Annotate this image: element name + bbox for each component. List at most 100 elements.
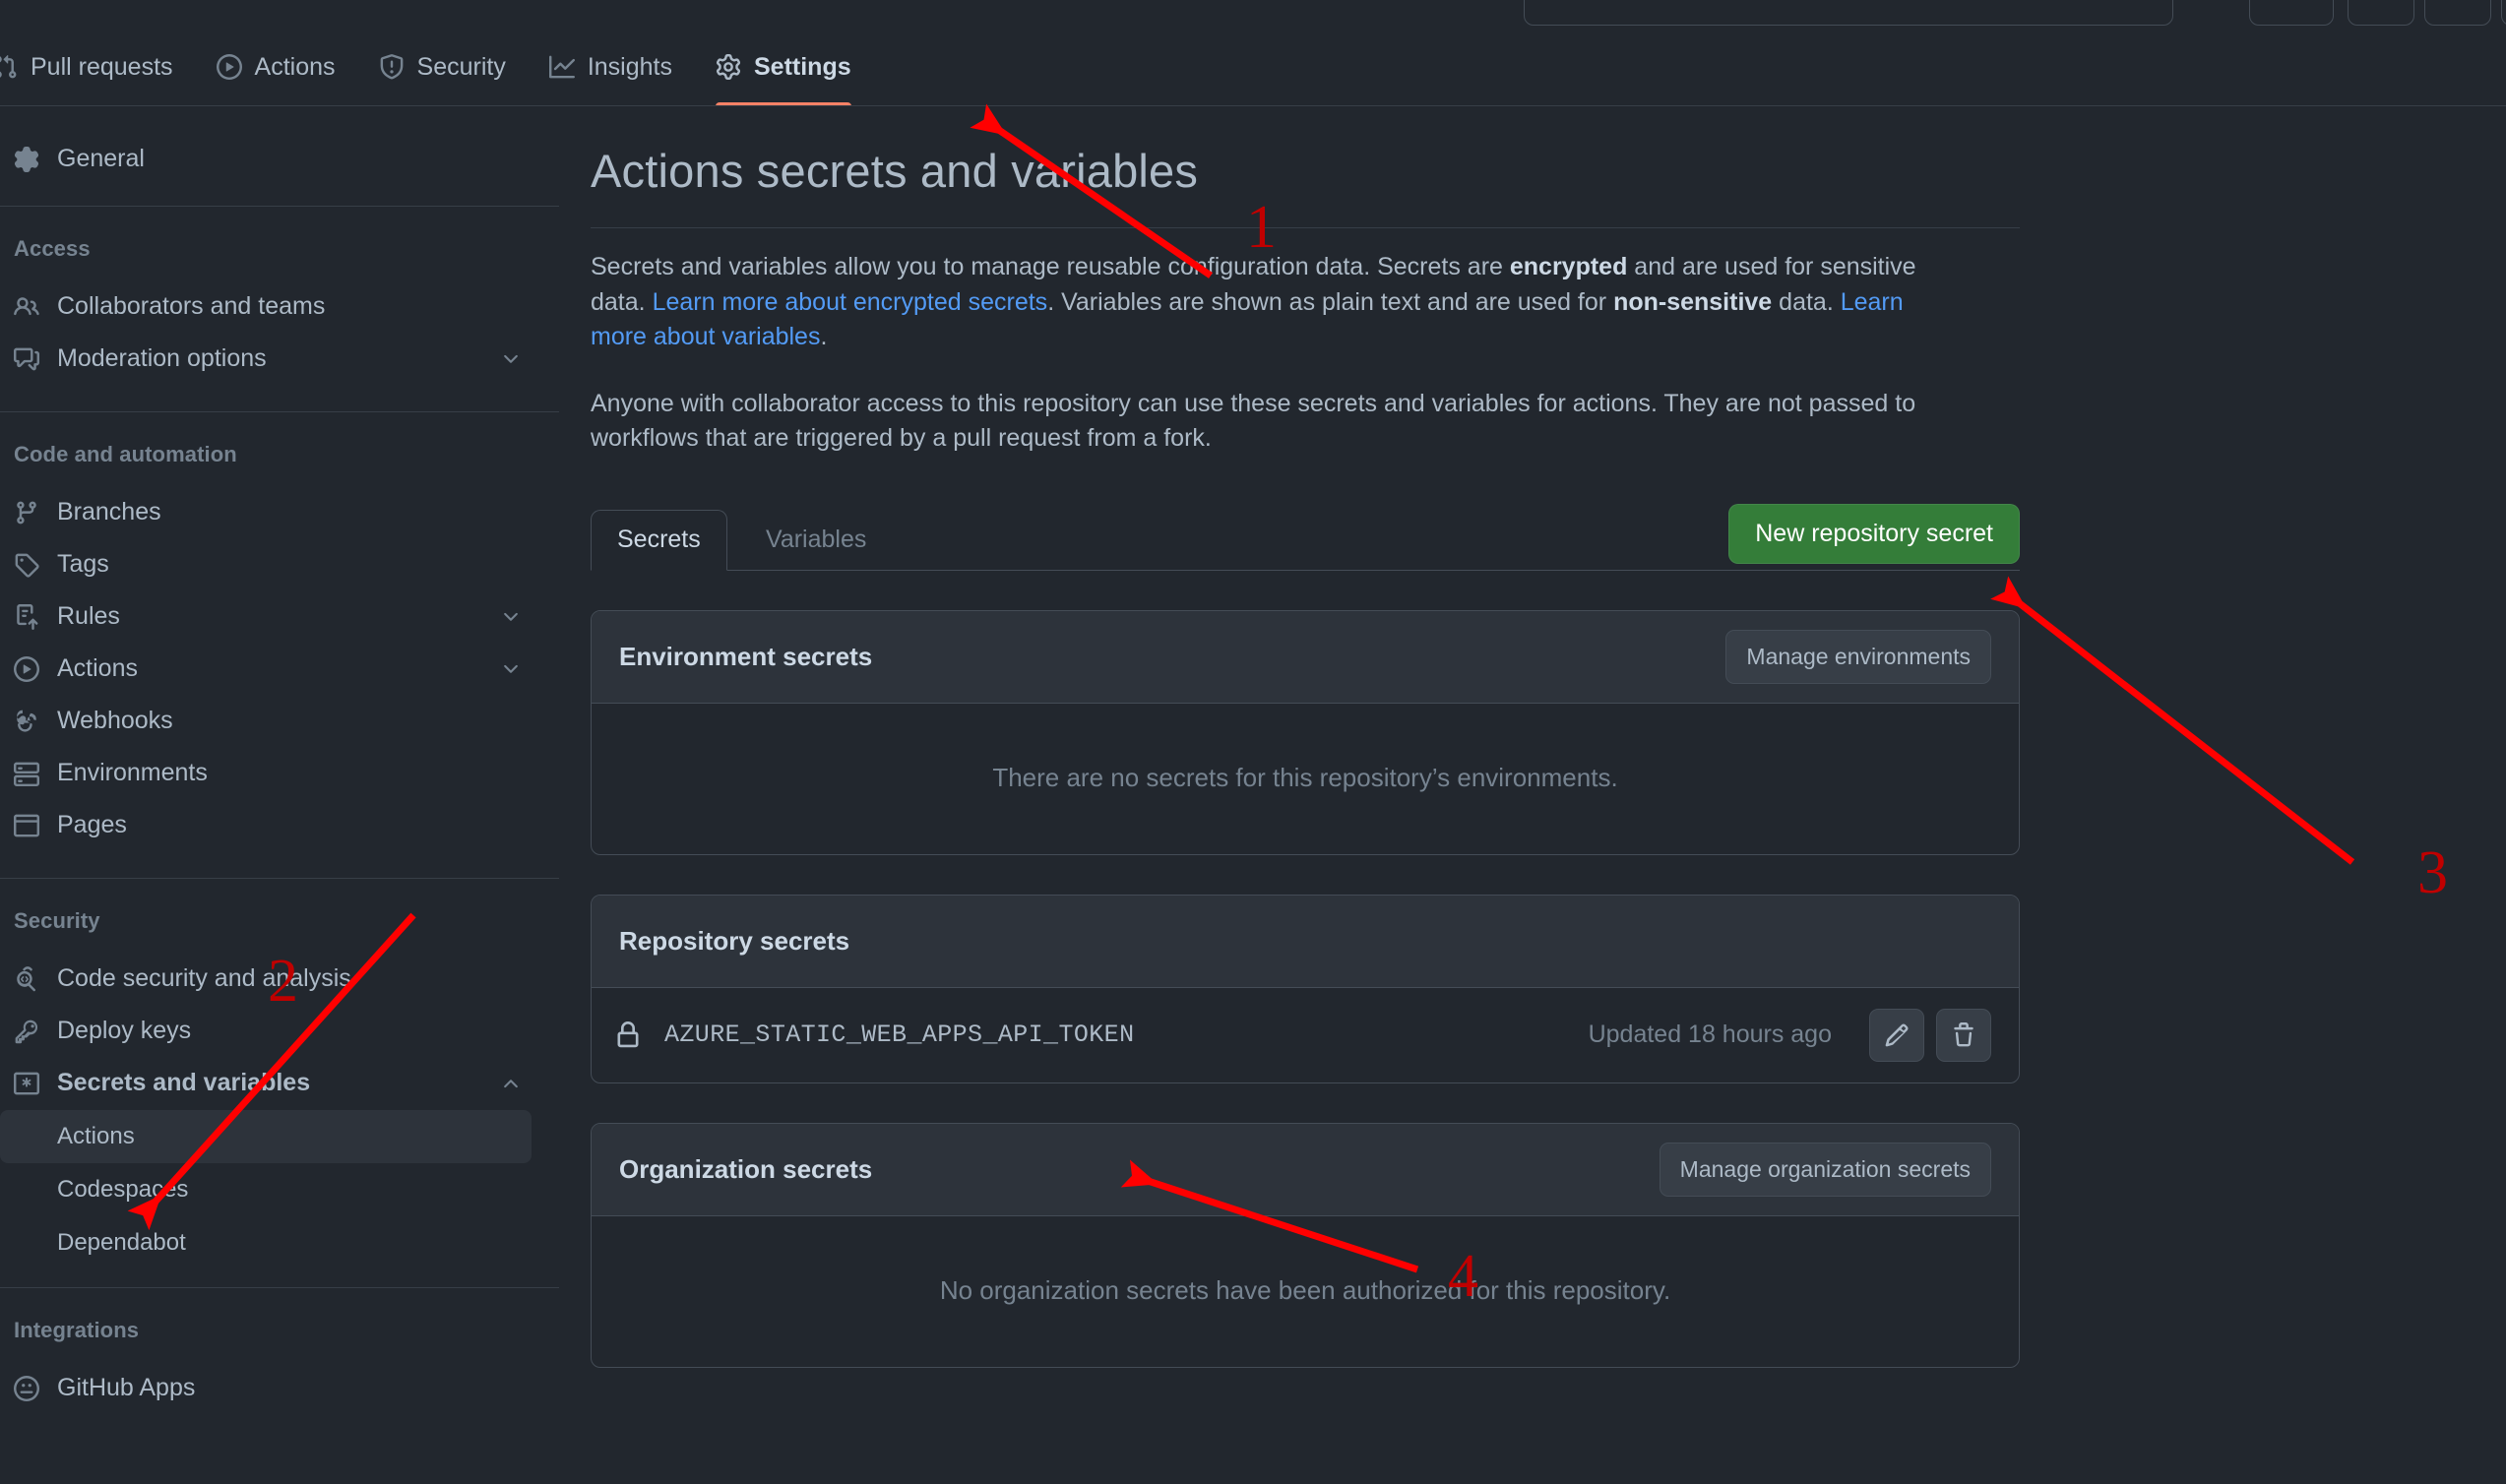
lock-icon <box>613 1020 643 1050</box>
sidebar-heading-access: Access <box>14 236 91 261</box>
sidebar-item-label: Moderation options <box>57 344 267 372</box>
nav-item-label: Pull requests <box>31 52 173 81</box>
sidebar-item-label: Branches <box>57 498 161 526</box>
git-pull-request-icon <box>0 54 18 80</box>
page-title: Actions secrets and variables <box>591 145 1199 197</box>
tab-secrets[interactable]: Secrets <box>591 509 727 571</box>
top-action-3[interactable] <box>2424 0 2491 26</box>
sidebar-subitem-actions[interactable]: Actions <box>0 1110 532 1163</box>
sidebar-item-label: Rules <box>57 602 120 630</box>
sidebar-item-label: Webhooks <box>57 707 173 734</box>
codescan-icon <box>14 965 39 992</box>
sidebar-heading-code-and-automation: Code and automation <box>14 442 237 466</box>
key-icon <box>14 1019 39 1044</box>
sidebar-heading-integrations: Integrations <box>14 1318 140 1342</box>
gear-icon <box>716 54 741 80</box>
repository-secrets-card: Repository secrets AZURE_STATIC_WEB_APPS… <box>591 894 2020 1083</box>
organization-secrets-card: Organization secrets Manage organization… <box>591 1122 2020 1368</box>
repo-nav: Pull requests Actions Security Insights <box>0 28 2506 106</box>
desc-part-5: . <box>820 323 828 350</box>
nav-item-label: Settings <box>754 52 851 81</box>
sidebar-item-deploy-keys[interactable]: Deploy keys <box>0 1006 543 1056</box>
sidebar-item-actions[interactable]: Actions <box>0 644 543 694</box>
table-row[interactable]: AZURE_STATIC_WEB_APPS_API_TOKEN Updated … <box>592 988 2019 1082</box>
sidebar-item-rules[interactable]: Rules <box>0 591 543 642</box>
secret-name: AZURE_STATIC_WEB_APPS_API_TOKEN <box>664 1020 1135 1049</box>
shield-alert-icon <box>379 54 405 80</box>
nav-item-settings[interactable]: Settings <box>694 28 873 106</box>
card-body: No organization secrets have been author… <box>592 1214 2019 1367</box>
gear-icon <box>14 146 39 172</box>
desc-part-4: data. <box>1772 287 1841 316</box>
nav-item-label: Security <box>416 52 506 81</box>
card-title: Organization secrets <box>619 1153 873 1184</box>
desc-part-1: Secrets and variables allow you to manag… <box>591 253 1510 280</box>
webhook-icon <box>14 709 39 734</box>
nav-item-pull-requests[interactable]: Pull requests <box>0 28 195 106</box>
tag-icon <box>14 552 39 578</box>
sidebar-item-pages[interactable]: Pages <box>0 800 543 850</box>
play-circle-icon <box>216 54 242 80</box>
empty-state-message: There are no secrets for this repository… <box>992 762 1618 792</box>
environment-secrets-card: Environment secrets Manage environments … <box>591 609 2020 855</box>
nav-item-label: Insights <box>587 52 672 81</box>
tab-variables[interactable]: Variables <box>740 510 892 571</box>
sidebar-item-collaborators-and-teams[interactable]: Collaborators and teams <box>0 281 543 332</box>
new-repository-secret-button[interactable]: New repository secret <box>1728 503 2020 564</box>
sidebar-heading-security: Security <box>14 908 100 933</box>
sidebar-item-code-security-and-analysis[interactable]: Code security and analysis <box>0 954 543 1004</box>
sidebar-item-branches[interactable]: Branches <box>0 487 543 537</box>
pencil-icon[interactable] <box>1869 1008 1924 1062</box>
sidebar-item-label: GitHub Apps <box>57 1374 196 1401</box>
link-learn-more-encrypted-secrets[interactable]: Learn more about encrypted secrets <box>653 288 1048 316</box>
sidebar-item-github-apps[interactable]: GitHub Apps <box>0 1363 543 1413</box>
card-header: Repository secrets <box>592 895 2019 987</box>
global-search-box[interactable] <box>1524 0 2173 26</box>
chevron-down-icon <box>500 348 522 370</box>
card-body: There are no secrets for this repository… <box>592 702 2019 854</box>
trash-icon[interactable] <box>1936 1008 1991 1062</box>
chevron-down-icon <box>500 606 522 628</box>
top-action-1[interactable] <box>2249 0 2334 26</box>
top-action-2[interactable] <box>2348 0 2414 26</box>
nav-item-label: Actions <box>254 52 336 81</box>
nav-item-insights[interactable]: Insights <box>528 28 694 106</box>
sidebar-item-label: Actions <box>57 654 138 682</box>
manage-organization-secrets-button[interactable]: Manage organization secrets <box>1659 1142 1991 1197</box>
description-paragraph-1: Secrets and variables allow you to manag… <box>559 228 1967 355</box>
graph-icon <box>548 54 575 80</box>
card-header: Environment secrets Manage environments <box>592 610 2019 703</box>
top-bar-strip <box>0 0 2506 28</box>
sidebar-subitem-dependabot[interactable]: Dependabot <box>0 1216 532 1269</box>
sidebar-item-environments[interactable]: Environments <box>0 748 543 798</box>
description-paragraph-2: Anyone with collaborator access to this … <box>591 389 1916 453</box>
asterisk-box-icon <box>14 1071 39 1096</box>
sidebar-item-moderation-options[interactable]: Moderation options <box>0 334 543 384</box>
browser-icon <box>14 813 39 838</box>
desc-part-3: . Variables are shown as plain text and … <box>1047 287 1614 316</box>
card-body: AZURE_STATIC_WEB_APPS_API_TOKEN Updated … <box>592 986 2019 1082</box>
nav-item-security[interactable]: Security <box>357 28 528 106</box>
play-circle-icon <box>14 655 39 682</box>
secrets-variables-tabs: Secrets Variables New repository secret <box>591 503 2020 571</box>
card-title: Environment secrets <box>619 641 873 671</box>
people-icon <box>14 294 39 320</box>
card-title: Repository secrets <box>619 925 850 956</box>
git-branch-icon <box>14 500 39 526</box>
sidebar-item-webhooks[interactable]: Webhooks <box>0 696 543 746</box>
apps-icon <box>14 1375 39 1401</box>
sidebar-subitem-codespaces[interactable]: Codespaces <box>0 1163 532 1216</box>
nav-item-actions[interactable]: Actions <box>195 28 357 106</box>
sidebar-item-tags[interactable]: Tags <box>0 539 543 589</box>
top-action-4[interactable] <box>2501 0 2506 26</box>
sidebar-item-label: Collaborators and teams <box>57 292 326 320</box>
manage-environments-button[interactable]: Manage environments <box>1725 629 1991 684</box>
sidebar-item-secrets-and-variables[interactable]: Secrets and variables <box>0 1058 543 1108</box>
secret-updated-timestamp: Updated 18 hours ago <box>1588 1020 1832 1048</box>
sidebar-item-label: Code security and analysis <box>57 964 351 992</box>
desc-bold-non-sensitive: non-sensitive <box>1613 287 1773 316</box>
sidebar-item-label: Deploy keys <box>57 1017 192 1044</box>
chevron-up-icon <box>500 1073 522 1094</box>
sidebar-item-label: General <box>57 145 145 172</box>
sidebar-item-general[interactable]: General <box>0 134 543 184</box>
